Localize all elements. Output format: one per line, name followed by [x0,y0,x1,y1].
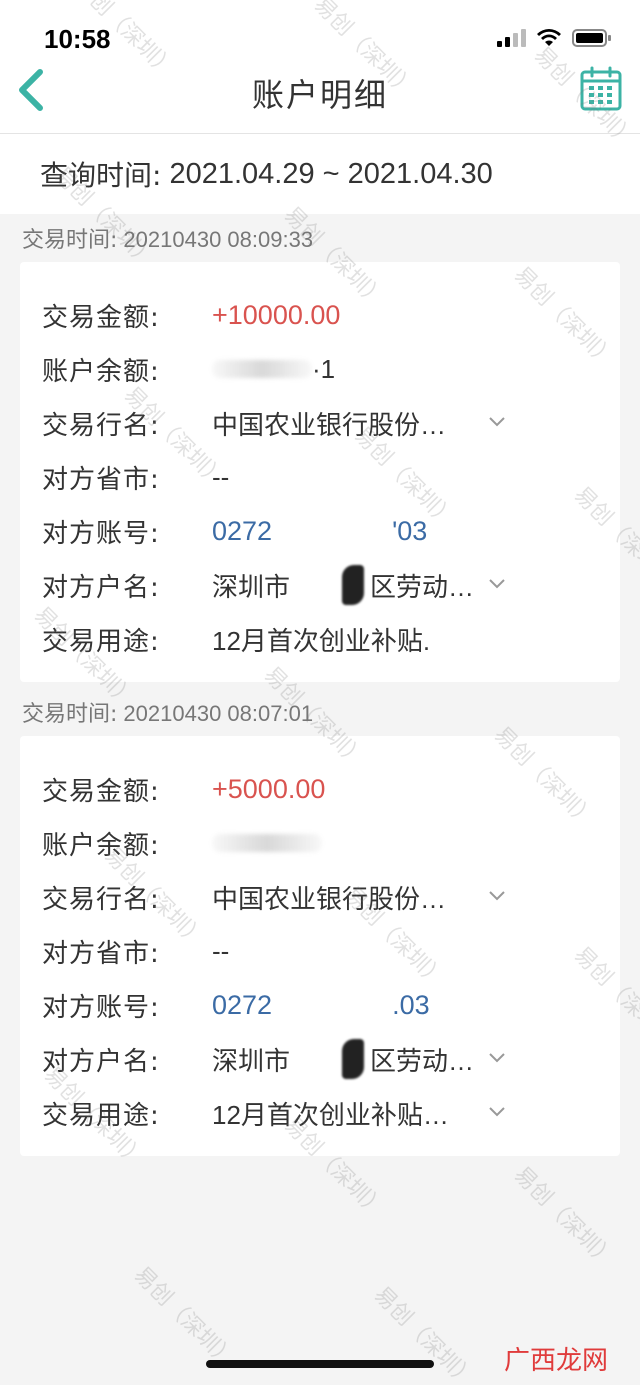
province-value: -- [212,461,230,492]
name-value-start: 深圳市 [212,1045,291,1076]
balance-label: 账户余额: [42,830,160,861]
chevron-down-icon[interactable] [488,1052,506,1064]
chevron-down-icon[interactable] [488,1106,506,1118]
transaction-time: 交易时间: 20210430 08:09:33 [22,222,313,254]
name-value-start: 深圳市 [212,571,291,602]
balance-value: ·1 [312,353,336,384]
balance-redacted [212,834,322,852]
chevron-down-icon[interactable] [488,890,506,902]
balance-row: 账户余额: ·1 [20,342,620,396]
province-row: 对方省市: -- [20,924,620,978]
province-row: 对方省市: -- [20,450,620,504]
name-value-end: 区劳动… [370,1045,475,1076]
amount-label: 交易金额: [42,776,160,807]
balance-row: 账户余额: [20,816,620,870]
account-value-end: '03 [392,515,428,546]
transaction-time-value: 20210430 08:07:01 [123,701,314,726]
query-value: 2021.04.29 ~ 2021.04.30 [169,157,493,190]
bank-value: 中国农业银行股份… [212,409,447,440]
account-label: 对方账号: [42,992,160,1023]
corner-logo: 广西龙网 [503,1346,608,1376]
account-value-start: 0272 [212,515,273,546]
transaction-time-value: 20210430 08:09:33 [123,227,314,252]
watermark-text: 易创（深圳） [508,1162,620,1274]
transaction-card[interactable]: 交易金额: +10000.00 账户余额: ·1 交易行名: 中国农业银行股份…… [20,262,620,682]
balance-label: 账户余额: [42,356,160,387]
purpose-value: 12月首次创业补贴… [212,1099,449,1130]
bank-row[interactable]: 交易行名: 中国农业银行股份… [20,396,620,450]
amount-value: +10000.00 [212,299,341,330]
amount-row: 交易金额: +5000.00 [20,762,620,816]
purpose-value: 12月首次创业补贴. [212,625,431,656]
purpose-row[interactable]: 交易用途: 12月首次创业补贴… [20,1086,620,1140]
bank-label: 交易行名: [42,410,160,441]
bank-label: 交易行名: [42,884,160,915]
chevron-down-icon[interactable] [488,578,506,590]
calendar-icon[interactable] [580,66,622,112]
page-title: 账户明细 [251,76,388,114]
amount-row: 交易金额: +10000.00 [20,288,620,342]
account-value-end: .03 [392,989,430,1020]
bank-row[interactable]: 交易行名: 中国农业银行股份… [20,870,620,924]
chevron-down-icon[interactable] [488,416,506,428]
account-value-start: 0272 [212,989,273,1020]
nav-bar: 账户明细 [0,56,640,134]
bank-value: 中国农业银行股份… [212,883,447,914]
status-time: 10:58 [44,24,111,54]
amount-label: 交易金额: [42,302,160,333]
name-redacted [342,1039,365,1079]
name-label: 对方户名: [42,572,160,603]
purpose-label: 交易用途: [42,1100,160,1131]
name-row[interactable]: 对方户名: 深圳市 区劳动… [20,1032,620,1086]
status-icons [497,28,612,48]
query-range[interactable]: 查询时间: 2021.04.29 ~ 2021.04.30 [0,134,640,214]
watermark-text: 易创（深圳） [368,1282,480,1385]
transaction-time-label: 交易时间: [22,702,118,727]
transaction-time-label: 交易时间: [22,228,118,253]
wifi-icon [536,28,562,48]
name-value-end: 区劳动… [370,571,475,602]
account-row: 对方账号: 0272 .03 [20,978,620,1032]
query-label: 查询时间: [40,159,162,192]
name-label: 对方户名: [42,1046,160,1077]
watermark-text: 易创（深圳） [128,1262,240,1374]
signal-icon [497,29,526,47]
province-label: 对方省市: [42,464,160,495]
account-label: 对方账号: [42,518,160,549]
purpose-row: 交易用途: 12月首次创业补贴. [20,612,620,666]
purpose-label: 交易用途: [42,626,160,657]
amount-value: +5000.00 [212,773,326,804]
name-redacted [342,565,365,605]
name-row[interactable]: 对方户名: 深圳市 区劳动… [20,558,620,612]
province-value: -- [212,935,230,966]
home-indicator[interactable] [206,1360,434,1368]
transaction-card[interactable]: 交易金额: +5000.00 账户余额: 交易行名: 中国农业银行股份… 对方省… [20,736,620,1156]
account-row: 对方账号: 0272 '03 [20,504,620,558]
province-label: 对方省市: [42,938,160,969]
battery-icon [572,28,612,48]
transaction-time: 交易时间: 20210430 08:07:01 [22,696,313,728]
balance-redacted [212,360,312,378]
